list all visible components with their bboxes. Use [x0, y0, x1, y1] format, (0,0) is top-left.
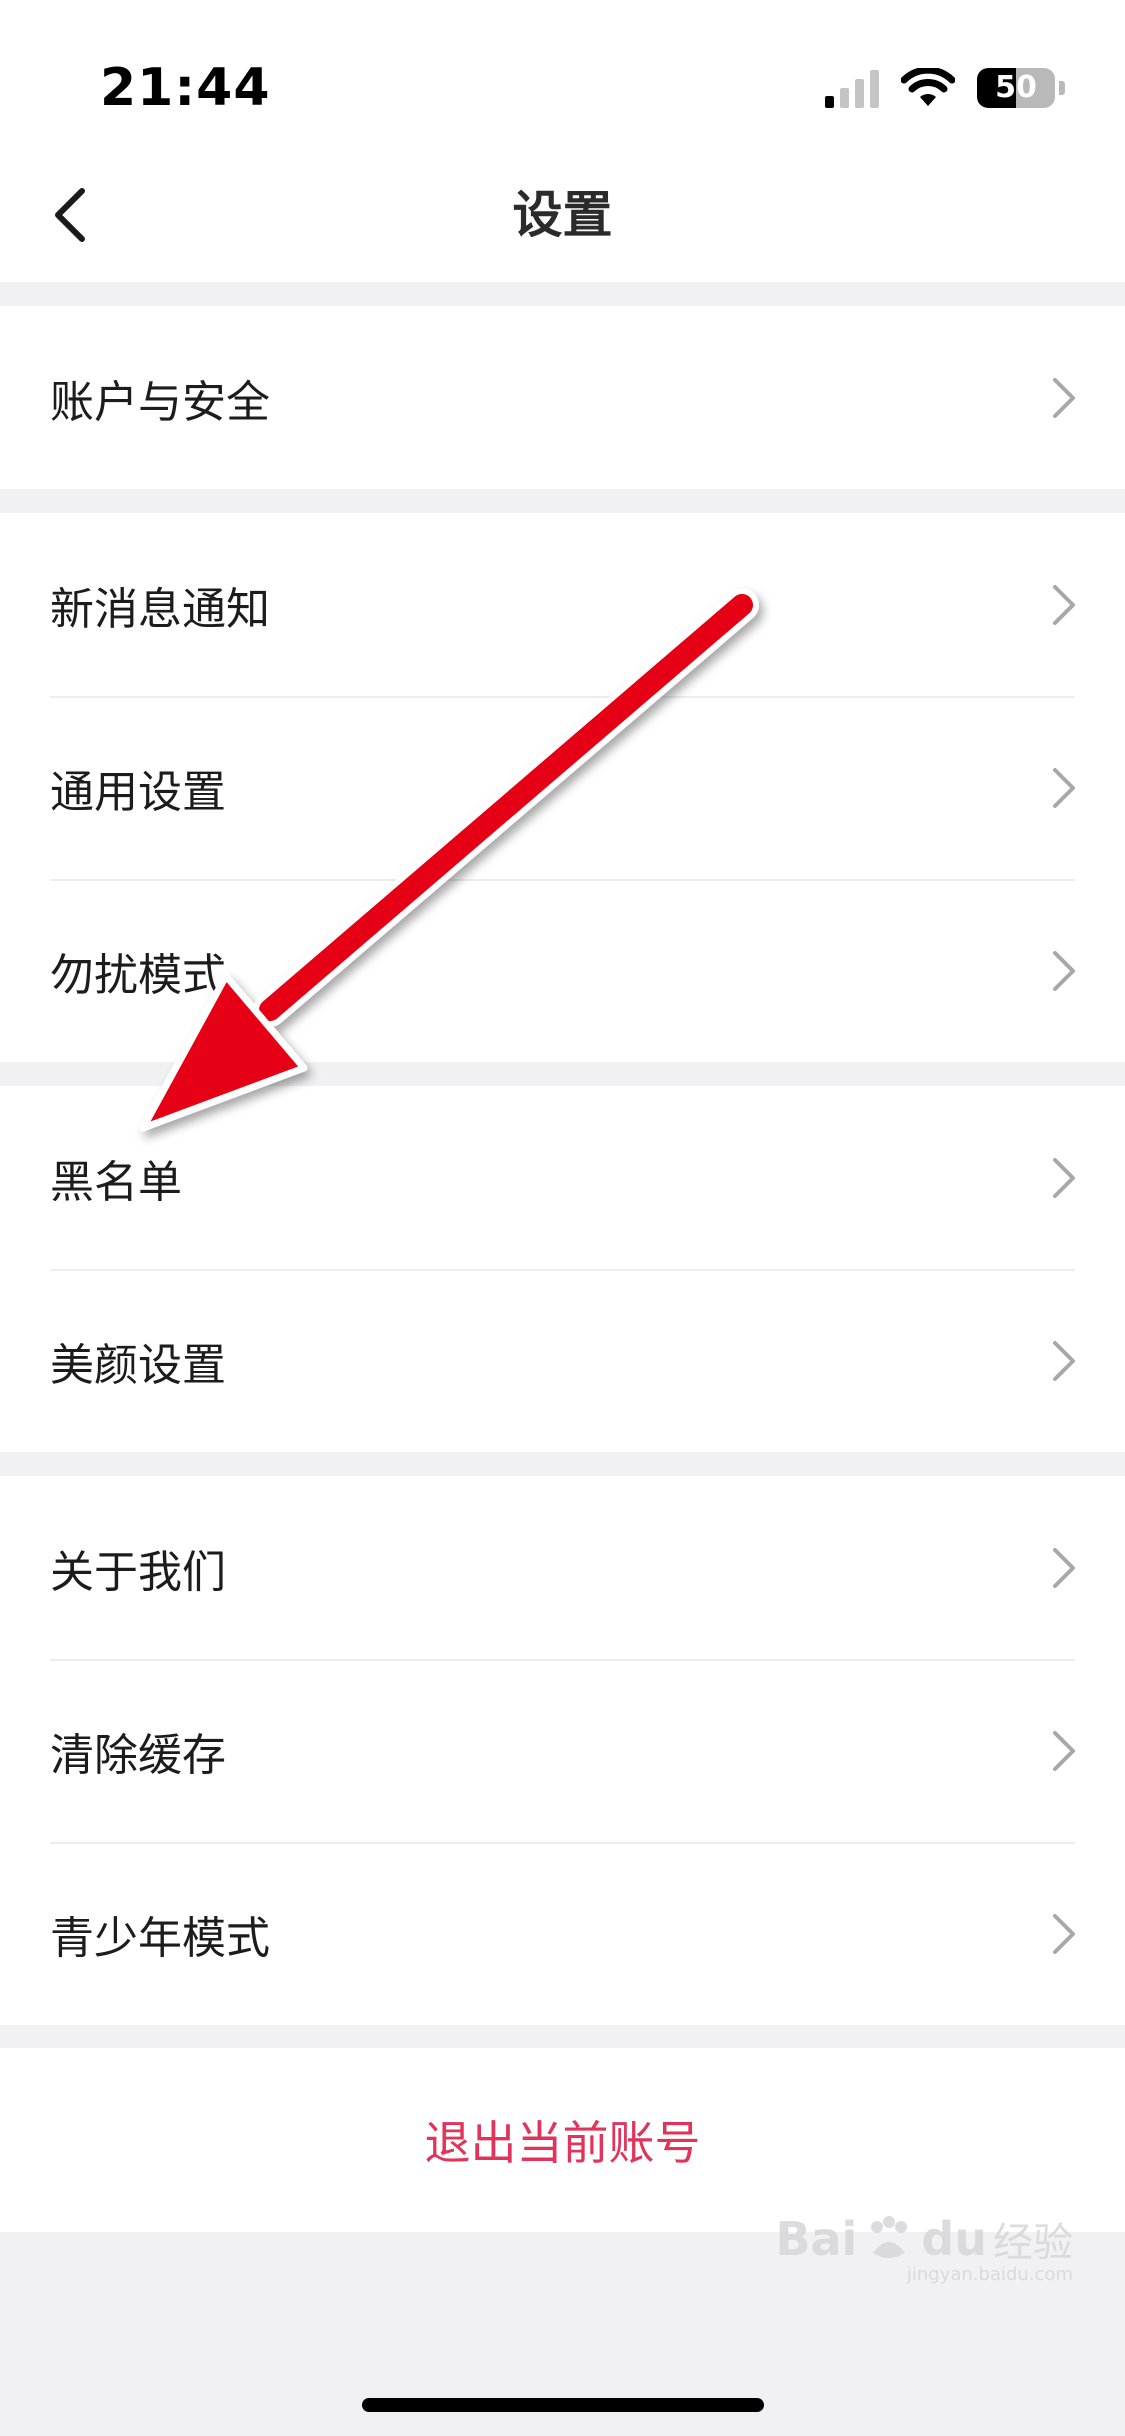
settings-item-label: 关于我们 — [50, 1546, 226, 1598]
settings-item-label: 黑名单 — [50, 1156, 182, 1208]
settings-item-label: 美颜设置 — [50, 1339, 226, 1391]
settings-item-account-security[interactable]: 账户与安全 — [0, 306, 1125, 489]
settings-item-label: 新消息通知 — [50, 583, 270, 635]
watermark-brand: Bai — [775, 2212, 858, 2266]
watermark-jingyan: 经验 — [993, 2220, 1073, 2266]
settings-item-label: 青少年模式 — [50, 1912, 270, 1964]
settings-group-account: 账户与安全 — [0, 306, 1125, 489]
settings-item-about-us[interactable]: 关于我们 — [0, 1476, 1125, 1659]
settings-item-label: 勿扰模式 — [50, 949, 226, 1001]
settings-item-do-not-disturb[interactable]: 勿扰模式 — [0, 879, 1125, 1062]
chevron-right-icon — [1053, 1340, 1075, 1381]
settings-item-label: 账户与安全 — [50, 376, 270, 428]
watermark-url: jingyan.baidu.com — [906, 2264, 1073, 2285]
chevron-right-icon — [1053, 767, 1075, 808]
settings-item-teen-mode[interactable]: 青少年模式 — [0, 1842, 1125, 2025]
settings-item-notifications[interactable]: 新消息通知 — [0, 513, 1125, 696]
paw-icon — [871, 2216, 908, 2258]
settings-item-clear-cache[interactable]: 清除缓存 — [0, 1659, 1125, 1842]
battery-level: 50 — [995, 70, 1037, 105]
page-title: 设置 — [512, 186, 613, 244]
baidu-jingyan-watermark: Bai du 经验 jingyan.baidu.com — [775, 2210, 1073, 2285]
status-time: 21:44 — [100, 58, 271, 118]
cellular-signal-icon — [825, 68, 879, 108]
settings-item-label: 清除缓存 — [50, 1729, 226, 1781]
battery-icon: 50 — [977, 68, 1055, 108]
status-indicators: 50 — [825, 66, 1065, 110]
home-indicator[interactable] — [362, 2398, 764, 2412]
settings-item-general-settings[interactable]: 通用设置 — [0, 696, 1125, 879]
chevron-right-icon — [1053, 1157, 1075, 1198]
settings-group-about: 关于我们 清除缓存 青少年模式 — [0, 1476, 1125, 2025]
settings-group-general: 新消息通知 通用设置 勿扰模式 — [0, 513, 1125, 1062]
settings-group-privacy: 黑名单 美颜设置 — [0, 1086, 1125, 1452]
logout-button[interactable]: 退出当前账号 — [0, 2048, 1125, 2232]
logout-label: 退出当前账号 — [424, 2116, 701, 2170]
settings-item-label: 通用设置 — [50, 766, 226, 818]
chevron-right-icon — [1053, 584, 1075, 625]
chevron-right-icon — [1053, 950, 1075, 991]
header-area: 21:44 50 设置 — [0, 0, 1125, 282]
chevron-right-icon — [1053, 1913, 1075, 1954]
settings-item-beauty-settings[interactable]: 美颜设置 — [0, 1269, 1125, 1452]
battery-tip — [1059, 81, 1065, 95]
chevron-right-icon — [1053, 1730, 1075, 1771]
settings-item-blacklist[interactable]: 黑名单 — [0, 1086, 1125, 1269]
settings-screen: 21:44 50 设置 账户与安全 新消息通知 通用设置 勿扰模式 黑名单 美颜… — [0, 0, 1125, 2436]
wifi-icon — [901, 68, 955, 106]
watermark-brand-suffix: du — [921, 2212, 987, 2266]
chevron-right-icon — [1053, 377, 1075, 418]
chevron-right-icon — [1053, 1547, 1075, 1588]
